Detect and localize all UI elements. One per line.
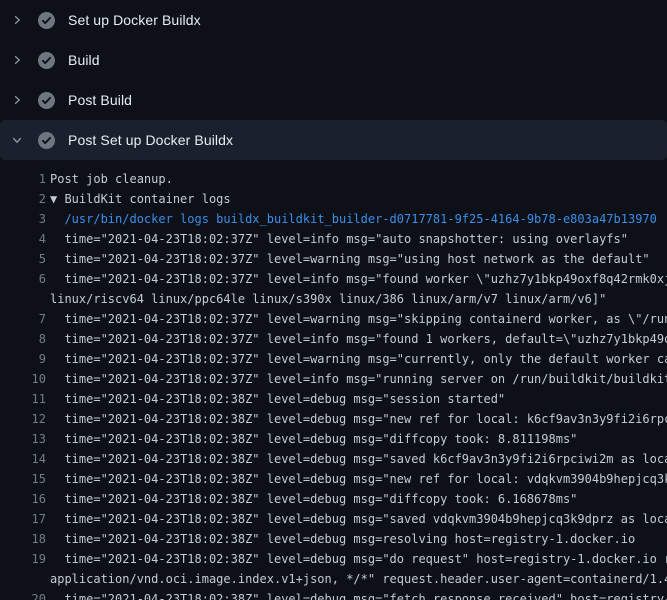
- log-line-text: time="2021-04-23T18:02:38Z" level=debug …: [50, 529, 635, 549]
- step-header[interactable]: Set up Docker Buildx: [0, 0, 667, 40]
- log-line: 4 time="2021-04-23T18:02:37Z" level=info…: [0, 229, 667, 249]
- log-line-number[interactable]: 10: [0, 369, 46, 389]
- log-line-text: time="2021-04-23T18:02:38Z" level=debug …: [50, 429, 577, 449]
- log-line-number[interactable]: 1: [0, 169, 46, 189]
- log-line: 13 time="2021-04-23T18:02:38Z" level=deb…: [0, 429, 667, 449]
- log-line-number[interactable]: 6: [0, 269, 46, 289]
- step-header[interactable]: Post Set up Docker Buildx: [0, 120, 667, 160]
- log-line-text: time="2021-04-23T18:02:38Z" level=debug …: [50, 469, 667, 489]
- log-line-text: time="2021-04-23T18:02:37Z" level=info m…: [50, 229, 628, 249]
- log-line-text: time="2021-04-23T18:02:38Z" level=debug …: [50, 589, 667, 600]
- log-group-toggle[interactable]: ▼ BuildKit container logs: [50, 189, 231, 209]
- log-line: 16 time="2021-04-23T18:02:38Z" level=deb…: [0, 489, 667, 509]
- log-line: 14 time="2021-04-23T18:02:38Z" level=deb…: [0, 449, 667, 469]
- step-header[interactable]: Post Build: [0, 80, 667, 120]
- log-line-number[interactable]: 8: [0, 329, 46, 349]
- log-area: 1Post job cleanup.2▼ BuildKit container …: [0, 160, 667, 600]
- chevron-right-icon: [10, 13, 24, 27]
- log-line-number[interactable]: 5: [0, 249, 46, 269]
- check-circle-icon: [38, 92, 55, 109]
- log-line: 1Post job cleanup.: [0, 169, 667, 189]
- log-line-text: time="2021-04-23T18:02:37Z" level=warnin…: [50, 309, 667, 329]
- log-line: 17 time="2021-04-23T18:02:38Z" level=deb…: [0, 509, 667, 529]
- log-line-number[interactable]: 3: [0, 209, 46, 229]
- step-title: Build: [68, 52, 100, 68]
- log-line-number[interactable]: 4: [0, 229, 46, 249]
- log-line-text: time="2021-04-23T18:02:37Z" level=info m…: [50, 329, 667, 349]
- log-command-text: /usr/bin/docker logs buildx_buildkit_bui…: [50, 209, 657, 229]
- log-line: 18 time="2021-04-23T18:02:38Z" level=deb…: [0, 529, 667, 549]
- log-line: 20 time="2021-04-23T18:02:38Z" level=deb…: [0, 589, 667, 600]
- log-line: 5 time="2021-04-23T18:02:37Z" level=warn…: [0, 249, 667, 269]
- chevron-down-icon: [10, 133, 24, 147]
- chevron-right-icon: [10, 53, 24, 67]
- check-circle-icon: [38, 12, 55, 29]
- log-line: 8 time="2021-04-23T18:02:37Z" level=info…: [0, 329, 667, 349]
- log-line-number[interactable]: 13: [0, 429, 46, 449]
- log-line: 6 time="2021-04-23T18:02:37Z" level=info…: [0, 269, 667, 309]
- log-line: 3 /usr/bin/docker logs buildx_buildkit_b…: [0, 209, 667, 229]
- log-line: 15 time="2021-04-23T18:02:38Z" level=deb…: [0, 469, 667, 489]
- log-line-number[interactable]: 9: [0, 349, 46, 369]
- log-line-text: time="2021-04-23T18:02:38Z" level=debug …: [50, 509, 667, 529]
- log-line-text: time="2021-04-23T18:02:38Z" level=debug …: [50, 389, 505, 409]
- log-line-number[interactable]: 11: [0, 389, 46, 409]
- log-line-number[interactable]: 16: [0, 489, 46, 509]
- log-line-number[interactable]: 18: [0, 529, 46, 549]
- log-line-text: time="2021-04-23T18:02:38Z" level=debug …: [50, 549, 667, 589]
- log-line: 7 time="2021-04-23T18:02:37Z" level=warn…: [0, 309, 667, 329]
- log-line: 11 time="2021-04-23T18:02:38Z" level=deb…: [0, 389, 667, 409]
- check-circle-icon: [38, 52, 55, 69]
- log-line-text: time="2021-04-23T18:02:38Z" level=debug …: [50, 409, 667, 429]
- log-line-number[interactable]: 12: [0, 409, 46, 429]
- log-line: 2▼ BuildKit container logs: [0, 189, 667, 209]
- log-line-number[interactable]: 17: [0, 509, 46, 529]
- log-line-text: time="2021-04-23T18:02:38Z" level=debug …: [50, 449, 667, 469]
- step-header[interactable]: Build: [0, 40, 667, 80]
- log-line: 12 time="2021-04-23T18:02:38Z" level=deb…: [0, 409, 667, 429]
- log-line-text: time="2021-04-23T18:02:38Z" level=debug …: [50, 489, 577, 509]
- chevron-right-icon: [10, 93, 24, 107]
- log-line-number[interactable]: 15: [0, 469, 46, 489]
- log-line: 9 time="2021-04-23T18:02:37Z" level=warn…: [0, 349, 667, 369]
- log-line-text: time="2021-04-23T18:02:37Z" level=info m…: [50, 269, 667, 309]
- step-title: Post Set up Docker Buildx: [68, 132, 233, 148]
- log-line: 10 time="2021-04-23T18:02:37Z" level=inf…: [0, 369, 667, 389]
- log-line: 19 time="2021-04-23T18:02:38Z" level=deb…: [0, 549, 667, 589]
- log-line-number[interactable]: 2: [0, 189, 46, 209]
- log-line-text: time="2021-04-23T18:02:37Z" level=info m…: [50, 369, 667, 389]
- log-line-text: time="2021-04-23T18:02:37Z" level=warnin…: [50, 349, 667, 369]
- check-circle-icon: [38, 132, 55, 149]
- step-title: Set up Docker Buildx: [68, 12, 201, 28]
- log-line-number[interactable]: 20: [0, 589, 46, 600]
- step-title: Post Build: [68, 92, 132, 108]
- steps-list: Set up Docker Buildx Build Post Build Post …: [0, 0, 667, 160]
- log-line-number[interactable]: 14: [0, 449, 46, 469]
- log-line-text: time="2021-04-23T18:02:37Z" level=warnin…: [50, 249, 650, 269]
- actions-log-viewer: Set up Docker Buildx Build Post Build Post …: [0, 0, 667, 600]
- log-line-text: Post job cleanup.: [50, 169, 173, 189]
- log-line-number[interactable]: 19: [0, 549, 46, 569]
- log-line-number[interactable]: 7: [0, 309, 46, 329]
